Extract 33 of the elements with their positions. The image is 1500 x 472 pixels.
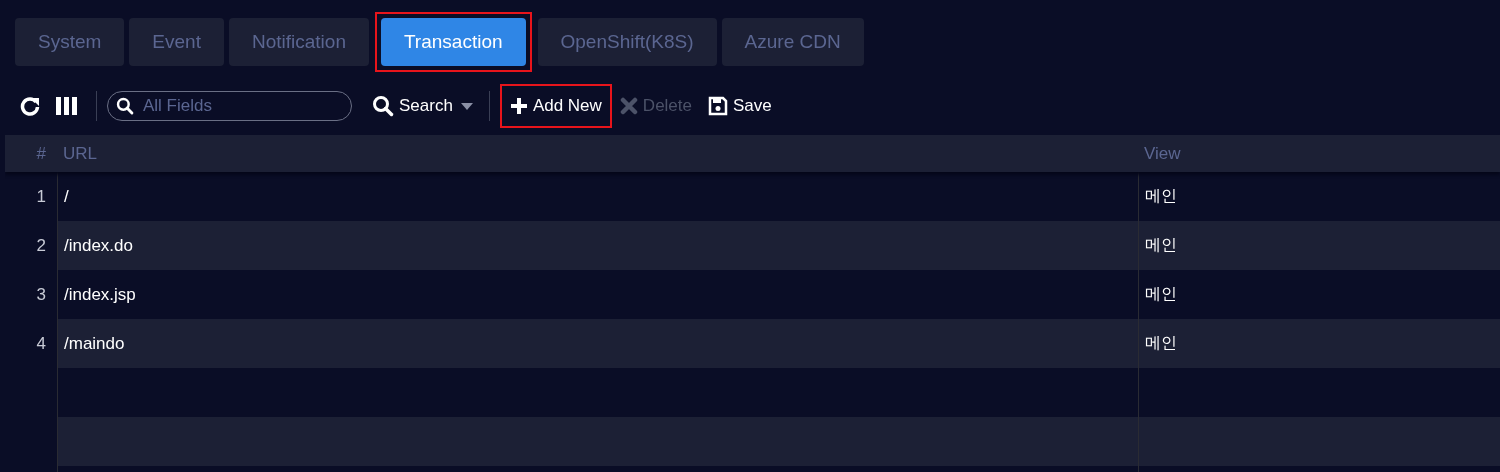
floppy-icon: [708, 96, 728, 116]
search-button[interactable]: Search: [364, 84, 481, 128]
table-cell: /index.jsp: [64, 284, 136, 305]
tab[interactable]: OpenShift(K8S): [537, 18, 717, 66]
row-number: 4: [36, 333, 46, 354]
refresh-icon[interactable]: [20, 96, 40, 116]
column-header[interactable]: View: [1138, 135, 1500, 172]
save-button[interactable]: Save: [700, 84, 780, 128]
table-cell: 메인: [1145, 186, 1177, 207]
search-icon: [116, 97, 134, 115]
table-cell: 메인: [1145, 235, 1177, 256]
row-number: 2: [36, 235, 46, 256]
tab[interactable]: Transaction: [380, 18, 526, 66]
search-field[interactable]: All Fields: [107, 91, 352, 121]
table-cell: 메인: [1145, 284, 1177, 305]
tab[interactable]: Notification: [228, 18, 369, 66]
caret-icon: [460, 102, 473, 110]
table-cell: /maindo: [64, 333, 125, 354]
tab[interactable]: System: [15, 18, 125, 66]
columns-icon[interactable]: [56, 97, 78, 115]
table-cell: /index.do: [64, 235, 133, 256]
search-icon: [372, 95, 394, 117]
plus-icon: [509, 97, 528, 115]
x-icon: [619, 97, 638, 115]
tab[interactable]: Azure CDN: [721, 18, 864, 66]
row-number: 3: [36, 284, 46, 305]
table-cell: /: [64, 186, 69, 207]
table-cell: 메인: [1145, 333, 1177, 354]
column-header[interactable]: URL: [57, 135, 1138, 172]
column-header[interactable]: #: [5, 135, 57, 172]
row-number: 1: [36, 186, 46, 207]
add-button[interactable]: Add New: [499, 84, 612, 128]
tab[interactable]: Event: [129, 18, 224, 66]
